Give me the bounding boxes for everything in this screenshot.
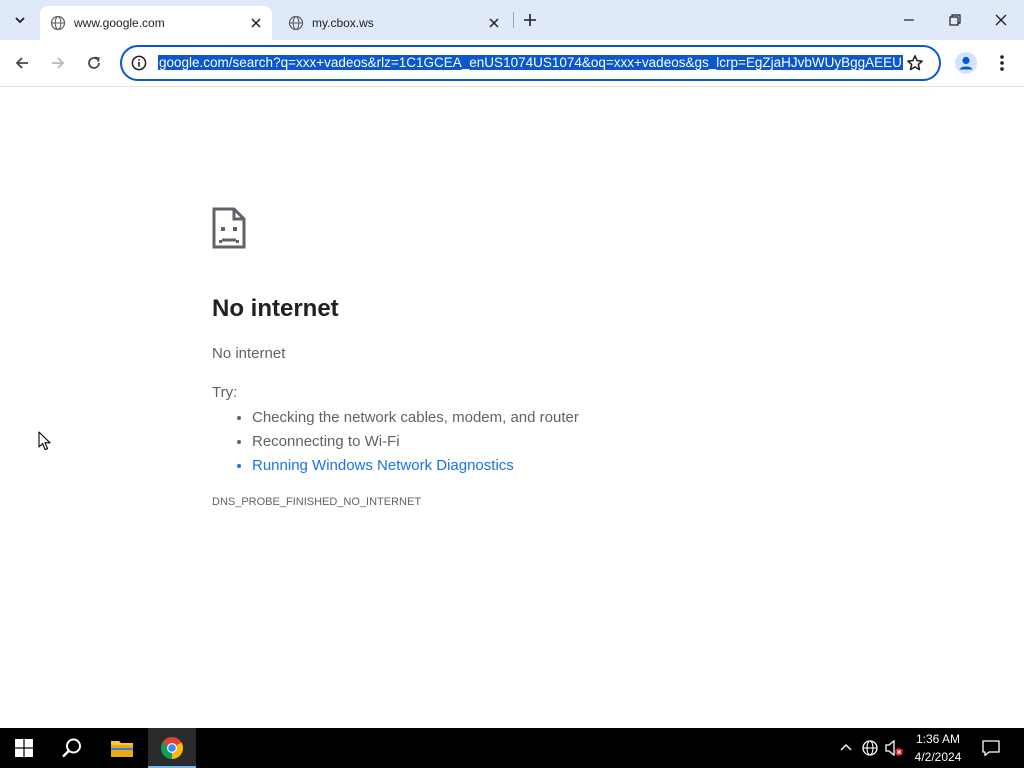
globe-icon — [288, 15, 304, 31]
start-button[interactable] — [0, 728, 48, 768]
network-diagnostics-link[interactable]: Running Windows Network Diagnostics — [252, 454, 579, 478]
suggestion-list: Checking the network cables, modem, and … — [212, 406, 579, 478]
volume-button[interactable] — [884, 736, 904, 760]
try-label: Try: — [212, 384, 238, 401]
browser-toolbar: google.com/search?q=xxx+vadeos&rlz=1C1GC… — [0, 40, 1024, 87]
taskbar: 1:36 AM 4/2/2024 — [0, 728, 1024, 768]
search-icon — [62, 738, 81, 758]
tab-title: www.google.com — [74, 16, 165, 30]
notification-icon — [982, 740, 1000, 757]
kebab-menu-icon — [1000, 55, 1004, 71]
profile-button[interactable] — [953, 50, 979, 76]
action-center-button[interactable] — [980, 736, 1002, 760]
suggestion-item: Checking the network cables, modem, and … — [252, 406, 579, 430]
arrow-left-icon — [15, 57, 28, 69]
reload-icon — [88, 56, 100, 69]
url-text[interactable]: google.com/search?q=xxx+vadeos&rlz=1C1GC… — [158, 53, 904, 73]
error-code: DNS_PROBE_FINISHED_NO_INTERNET — [212, 496, 422, 508]
close-icon — [995, 14, 1007, 26]
sad-document-icon — [212, 207, 246, 249]
arrow-right-icon — [52, 57, 65, 69]
tab-separator — [513, 12, 514, 28]
site-info-icon[interactable] — [130, 54, 148, 72]
clock-time: 1:36 AM — [915, 732, 961, 746]
speaker-muted-icon — [885, 739, 903, 757]
bookmark-star-icon[interactable] — [905, 53, 925, 73]
error-title: No internet — [212, 295, 339, 322]
page-content: No internet No internet Try: Checking th… — [0, 87, 1024, 728]
globe-network-icon — [862, 740, 878, 756]
file-explorer-button[interactable] — [98, 728, 146, 768]
chevron-up-icon — [840, 744, 852, 751]
menu-button[interactable] — [992, 50, 1012, 76]
folder-icon — [111, 741, 133, 757]
network-status-button[interactable] — [860, 736, 880, 760]
taskbar-clock[interactable]: 1:36 AM 4/2/2024 — [908, 730, 968, 766]
forward-button[interactable] — [44, 49, 72, 77]
restore-button[interactable] — [932, 0, 978, 40]
tab-cbox[interactable]: my.cbox.ws — [278, 6, 510, 40]
mouse-cursor-icon — [38, 431, 51, 451]
clock-date: 4/2/2024 — [914, 750, 962, 764]
profile-avatar-icon — [955, 52, 977, 74]
tab-title: my.cbox.ws — [312, 16, 374, 30]
windows-logo-icon — [15, 739, 33, 757]
tab-google[interactable]: www.google.com — [40, 6, 272, 40]
minimize-icon — [904, 19, 914, 21]
close-tab-icon[interactable] — [484, 13, 504, 33]
chevron-down-icon — [15, 17, 25, 24]
search-button[interactable] — [48, 728, 96, 768]
url-selection: google.com/search?q=xxx+vadeos&rlz=1C1GC… — [158, 55, 903, 70]
tab-search-button[interactable] — [6, 6, 34, 34]
close-tab-icon[interactable] — [246, 13, 266, 33]
show-hidden-icons-button[interactable] — [836, 736, 856, 760]
restore-icon — [949, 14, 961, 26]
reload-button[interactable] — [80, 49, 108, 77]
chrome-taskbar-button[interactable] — [148, 728, 196, 768]
close-window-button[interactable] — [978, 0, 1024, 40]
globe-icon — [50, 15, 66, 31]
tab-strip: www.google.com my.cbox.ws — [0, 0, 1024, 40]
plus-icon — [524, 14, 536, 26]
address-bar[interactable]: google.com/search?q=xxx+vadeos&rlz=1C1GC… — [120, 45, 941, 81]
minimize-button[interactable] — [886, 0, 932, 40]
suggestion-item: Reconnecting to Wi-Fi — [252, 430, 579, 454]
error-subtitle: No internet — [212, 345, 286, 362]
back-button[interactable] — [8, 49, 36, 77]
new-tab-button[interactable] — [519, 9, 541, 31]
chrome-logo-icon — [161, 737, 183, 759]
